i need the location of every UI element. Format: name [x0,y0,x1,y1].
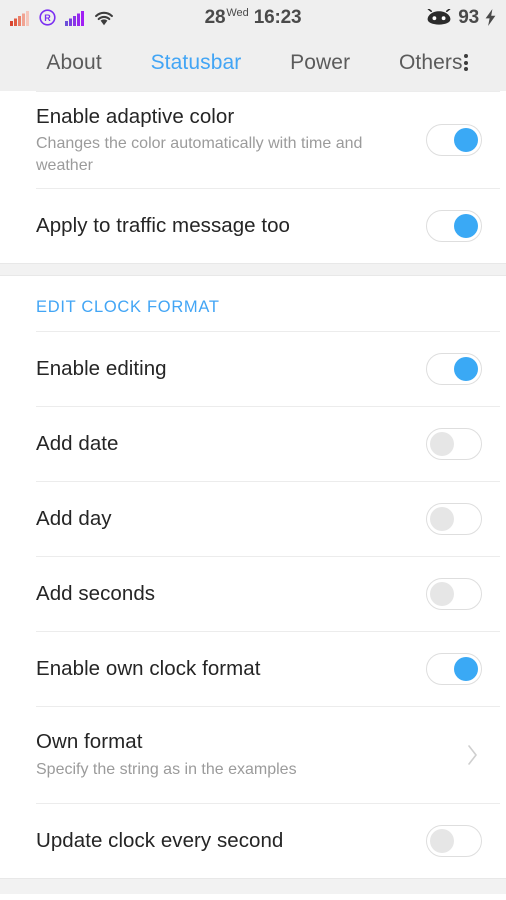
chevron-right-icon [462,744,482,766]
section-header-edit-clock-format: EDIT CLOCK FORMAT [36,298,220,316]
row-title: Update clock every second [36,829,284,853]
row-update-clock-every-second[interactable]: Update clock every second [0,804,506,878]
overflow-menu-icon[interactable] [463,54,468,72]
row-title: Add date [36,432,119,456]
row-text: Add date [36,431,426,457]
section-separator-band-bottom [0,878,506,894]
tab-others[interactable]: Others [399,51,463,75]
row-title: Add seconds [36,582,156,606]
row-subtitle: Specify the string as in the examples [36,761,297,779]
row-add-date[interactable]: Add date [0,407,506,481]
status-bar: R 28 Wed 16:23 93 [0,0,506,35]
row-text: Enable editing [36,356,426,382]
row-title: Own format [36,730,143,754]
toggle-enable-editing[interactable] [426,353,482,385]
row-apply-to-traffic-message[interactable]: Apply to traffic message too [0,189,506,263]
tab-statusbar[interactable]: Statusbar [151,51,242,75]
clock-day-number: 28 [204,6,226,28]
row-text: Add seconds [36,581,426,607]
row-add-seconds[interactable]: Add seconds [0,557,506,631]
toggle-knob [430,829,454,853]
toggle-update-clock-every-second[interactable] [426,825,482,857]
row-text: Update clock every second [36,828,426,854]
row-add-day[interactable]: Add day [0,482,506,556]
battery-level: 93 [458,6,479,28]
toggle-knob [454,128,478,152]
section-separator-band [0,263,506,276]
toggle-knob [454,357,478,381]
toggle-knob [430,507,454,531]
row-text: Enable own clock format [36,656,426,682]
tab-bar: About Statusbar Power Others [0,35,506,91]
row-text: Apply to traffic message too [36,213,426,239]
status-bar-left-icons: R [10,9,114,26]
row-text: Own format Specify the string as in the … [36,729,462,780]
clock-time: 16:23 [253,6,302,28]
tab-power[interactable]: Power [290,51,350,75]
roaming-icon: R [39,9,56,26]
tab-others-group[interactable]: Others [399,51,468,75]
row-subtitle: Changes the color automatically with tim… [36,135,363,174]
lightning-bolt-icon [485,9,496,26]
toggle-knob [430,582,454,606]
signal-bars-sim2-icon [65,10,85,26]
toggle-knob [454,657,478,681]
toggle-enable-own-clock-format[interactable] [426,653,482,685]
row-own-format[interactable]: Own format Specify the string as in the … [0,707,506,803]
clock-day-name: Wed [226,6,249,19]
toggle-enable-adaptive-color[interactable] [426,124,482,156]
status-bar-right: 93 [426,0,496,35]
row-text: Enable adaptive color Changes the color … [36,104,426,177]
wifi-icon [94,10,114,26]
toggle-add-day[interactable] [426,503,482,535]
row-enable-editing[interactable]: Enable editing [0,332,506,406]
android-battery-icon [426,9,452,26]
row-title: Enable adaptive color [36,104,235,128]
toggle-add-seconds[interactable] [426,578,482,610]
row-text: Add day [36,506,426,532]
row-title: Enable editing [36,357,167,381]
toggle-knob [430,432,454,456]
svg-text:R: R [44,13,51,23]
signal-bars-sim1-icon [10,10,30,26]
row-title: Enable own clock format [36,657,261,681]
row-title: Apply to traffic message too [36,214,290,238]
toggle-apply-to-traffic-message[interactable] [426,210,482,242]
row-enable-own-clock-format[interactable]: Enable own clock format [0,632,506,706]
row-title: Add day [36,507,112,531]
tab-about[interactable]: About [46,51,101,75]
settings-content: Enable adaptive color Changes the color … [0,91,506,894]
toggle-knob [454,214,478,238]
row-enable-adaptive-color[interactable]: Enable adaptive color Changes the color … [0,92,506,188]
toggle-add-date[interactable] [426,428,482,460]
